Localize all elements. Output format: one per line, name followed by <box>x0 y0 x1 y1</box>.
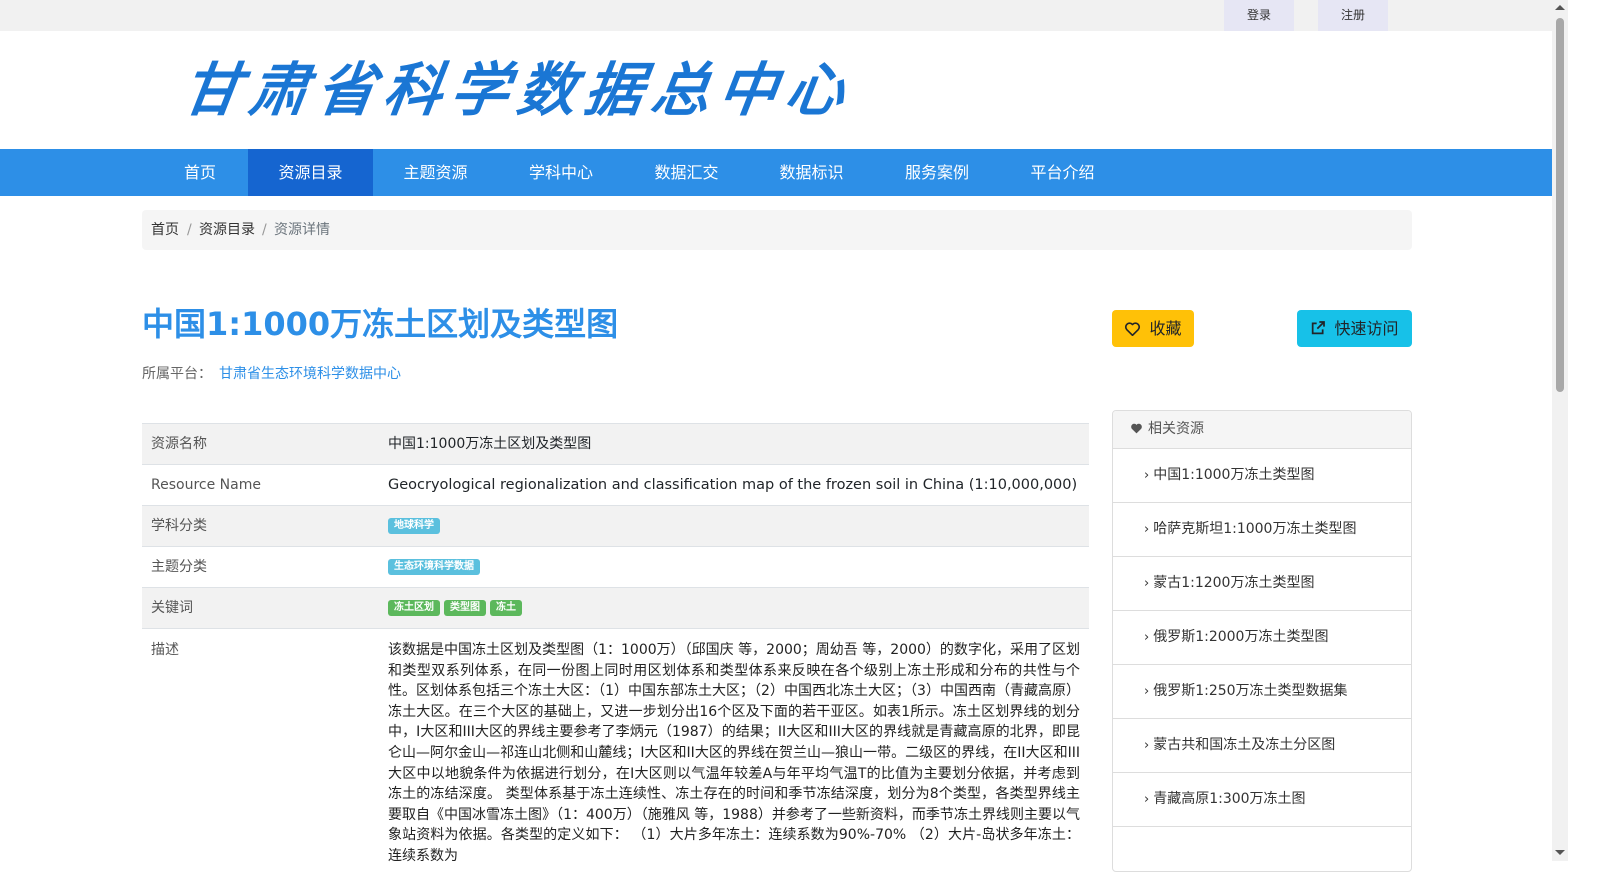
page-title: 中国1:1000万冻土区划及类型图 <box>142 305 619 343</box>
related-item-label: 俄罗斯1:2000万冻土类型图 <box>1153 629 1329 645</box>
login-button[interactable]: 登录 <box>1224 0 1294 31</box>
resource-details-table: 资源名称 中国1:1000万冻土区划及类型图 Resource Name Geo… <box>142 423 1089 867</box>
theme-tag[interactable]: 生态环境科学数据 <box>388 559 480 575</box>
main-nav: 首页 资源目录 主题资源 学科中心 数据汇交 数据标识 服务案例 平台介绍 <box>0 149 1552 196</box>
nav-item-themes[interactable]: 主题资源 <box>373 149 498 196</box>
breadcrumb: 首页 / 资源目录 / 资源详情 <box>142 210 1412 250</box>
favorite-button[interactable]: 收藏 <box>1112 310 1194 347</box>
page-scrollbar[interactable] <box>1552 0 1568 861</box>
keyword-tag[interactable]: 冻土 <box>490 600 522 616</box>
related-resources-panel: 相关资源 › 中国1:1000万冻土类型图 › 哈萨克斯坦1:1000万冻土类型图 … <box>1112 410 1412 872</box>
table-row: Resource Name Geocryological regionaliza… <box>142 464 1089 506</box>
related-item-label: 蒙古1:1200万冻土类型图 <box>1153 575 1315 591</box>
resource-name-label: 资源名称 <box>142 423 379 465</box>
breadcrumb-separator: / <box>187 222 192 238</box>
platform-link[interactable]: 甘肃省生态环境科学数据中心 <box>219 364 401 384</box>
breadcrumb-catalog[interactable]: 资源目录 <box>199 210 255 250</box>
theme-tags: 生态环境科学数据 <box>379 546 1089 588</box>
favorite-label: 收藏 <box>1149 319 1182 338</box>
theme-label: 主题分类 <box>142 546 379 588</box>
related-item-label: 蒙古共和国冻土及冻土分区图 <box>1153 737 1336 753</box>
nav-item-home[interactable]: 首页 <box>153 149 247 196</box>
keyword-tag[interactable]: 冻土区划 <box>388 600 440 616</box>
quick-visit-label: 快速访问 <box>1334 319 1399 338</box>
nav-item-service-cases[interactable]: 服务案例 <box>874 149 1000 196</box>
resource-name-value: 中国1:1000万冻土区划及类型图 <box>379 423 1089 465</box>
table-row: 描述 该数据是中国冻土区划及类型图（1：1000万）（邱国庆 等，2000；周幼… <box>142 627 1089 867</box>
related-item[interactable]: › 青藏高原1:300万冻土图 <box>1113 773 1411 827</box>
chevron-right-icon: › <box>1144 522 1150 537</box>
nav-item-data-identifier[interactable]: 数据标识 <box>749 149 874 196</box>
description-cell: 该数据是中国冻土区划及类型图（1：1000万）（邱国庆 等，2000；周幼吾 等… <box>379 627 1089 867</box>
breadcrumb-home[interactable]: 首页 <box>151 210 179 250</box>
nav-item-disciplines[interactable]: 学科中心 <box>498 149 624 196</box>
chevron-right-icon: › <box>1144 792 1150 807</box>
resource-en-name-label: Resource Name <box>142 464 379 506</box>
quick-visit-button[interactable]: 快速访问 <box>1297 310 1412 347</box>
heart-icon <box>1131 423 1142 433</box>
subject-label: 学科分类 <box>142 505 379 547</box>
keyword-tags: 冻土区划 类型图 冻土 <box>379 587 1089 629</box>
chevron-right-icon: › <box>1144 738 1150 753</box>
table-row: 资源名称 中国1:1000万冻土区划及类型图 <box>142 423 1089 465</box>
related-item[interactable]: › 蒙古共和国冻土及冻土分区图 <box>1113 719 1411 773</box>
chevron-right-icon: › <box>1144 576 1150 591</box>
table-row: 学科分类 地球科学 <box>142 505 1089 547</box>
keyword-tag[interactable]: 类型图 <box>444 600 486 616</box>
keywords-label: 关键词 <box>142 587 379 629</box>
scroll-down-icon[interactable] <box>1555 850 1565 855</box>
scroll-up-icon[interactable] <box>1555 5 1565 10</box>
subject-tags: 地球科学 <box>379 505 1089 547</box>
nav-item-catalog[interactable]: 资源目录 <box>248 149 373 196</box>
chevron-right-icon: › <box>1144 630 1150 645</box>
related-item[interactable]: › 哈萨克斯坦1:1000万冻土类型图 <box>1113 503 1411 557</box>
external-link-icon <box>1312 321 1326 335</box>
related-item-label: 中国1:1000万冻土类型图 <box>1153 467 1315 483</box>
nav-item-data-submission[interactable]: 数据汇交 <box>624 149 749 196</box>
related-resources-heading: 相关资源 <box>1113 411 1411 449</box>
resource-en-name-value: Geocryological regionalization and class… <box>379 464 1089 506</box>
related-item-label: 青藏高原1:300万冻土图 <box>1153 791 1306 807</box>
related-item[interactable]: › 蒙古1:1200万冻土类型图 <box>1113 557 1411 611</box>
site-logo[interactable]: 甘肃省科学数据总中心 <box>178 56 858 124</box>
related-resources-title: 相关资源 <box>1148 421 1204 437</box>
breadcrumb-separator: / <box>262 222 267 238</box>
related-item[interactable]: › 俄罗斯1:2000万冻土类型图 <box>1113 611 1411 665</box>
related-item-label: 哈萨克斯坦1:1000万冻土类型图 <box>1153 521 1357 537</box>
table-row: 主题分类 生态环境科学数据 <box>142 546 1089 588</box>
related-item[interactable]: › 俄罗斯1:250万冻土类型数据集 <box>1113 665 1411 719</box>
chevron-right-icon: › <box>1144 468 1150 483</box>
chevron-right-icon: › <box>1144 684 1150 699</box>
scrollbar-thumb[interactable] <box>1556 18 1564 392</box>
subject-tag[interactable]: 地球科学 <box>388 518 440 534</box>
nav-item-about[interactable]: 平台介绍 <box>1000 149 1125 196</box>
related-item[interactable]: › 中国1:1000万冻土类型图 <box>1113 449 1411 503</box>
table-row: 关键词 冻土区划 类型图 冻土 <box>142 587 1089 629</box>
site-logo-text: 甘肃省科学数据总中心 <box>178 56 858 124</box>
description-label: 描述 <box>142 627 379 867</box>
platform-label: 所属平台： <box>142 366 212 382</box>
heart-icon <box>1125 321 1141 336</box>
description-text: 该数据是中国冻土区划及类型图（1：1000万）（邱国庆 等，2000；周幼吾 等… <box>388 642 1080 864</box>
register-button[interactable]: 注册 <box>1318 0 1388 31</box>
related-item-label: 俄罗斯1:250万冻土类型数据集 <box>1153 683 1348 699</box>
breadcrumb-current: 资源详情 <box>274 222 330 238</box>
top-bar: 登录 注册 <box>0 0 1552 31</box>
